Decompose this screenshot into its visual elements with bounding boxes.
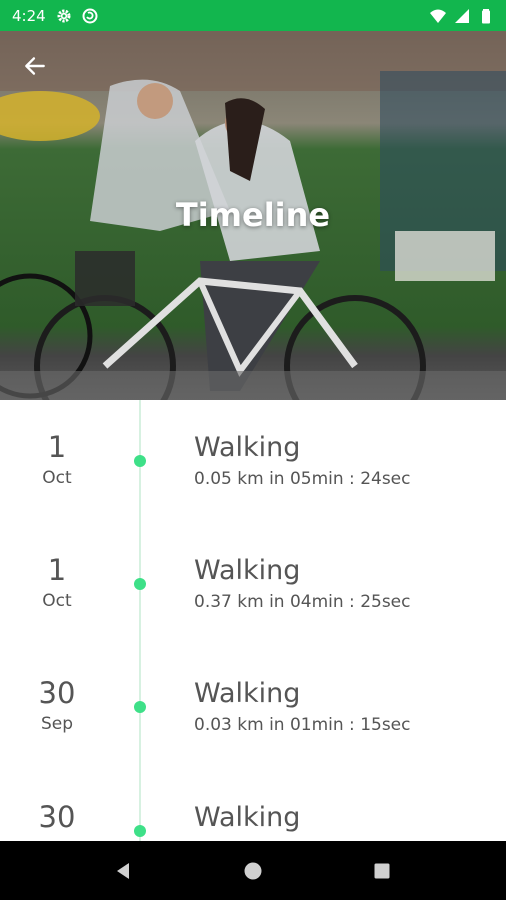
recents-square-icon [374, 863, 390, 878]
activity-detail: 0.37 km in 04min : 25sec [194, 592, 411, 612]
entry-day: 1 [47, 553, 67, 587]
page-title: Timeline [175, 196, 331, 234]
timeline-dot [134, 455, 146, 467]
gear-icon [56, 8, 72, 24]
timeline-entry[interactable]: 30 Sep Walking 0.03 km in 01min : 15sec [0, 646, 506, 769]
timeline-entry[interactable]: 1 Oct Walking 0.05 km in 05min : 24sec [0, 400, 506, 523]
entry-month: Sep [40, 714, 74, 734]
entry-day: 1 [47, 430, 67, 464]
entry-date: 30 [0, 800, 114, 836]
nav-recents-button[interactable] [362, 851, 402, 891]
timeline-dot [134, 825, 146, 837]
entry-day: 30 [38, 800, 76, 834]
timeline-header: Timeline [0, 31, 506, 400]
entry-date: 1 Oct [0, 430, 114, 490]
entry-month: Oct [42, 468, 72, 488]
navigation-bar [0, 841, 506, 900]
activity-detail: 0.03 km in 01min : 15sec [194, 715, 411, 735]
timeline-dot [134, 578, 146, 590]
back-triangle-icon [117, 862, 130, 879]
arrow-left-icon [25, 57, 45, 75]
timeline-dot [134, 701, 146, 713]
timeline-entry[interactable]: 1 Oct Walking 0.37 km in 04min : 25sec [0, 523, 506, 646]
timeline-list[interactable]: 1 Oct Walking 0.05 km in 05min : 24sec 1… [0, 400, 506, 841]
sync-icon [82, 8, 98, 24]
status-bar: 4:24 [0, 0, 506, 31]
activity-detail: 0.05 km in 05min : 24sec [194, 469, 411, 489]
nav-back-button[interactable] [104, 851, 144, 891]
activity-title: Walking [194, 802, 301, 833]
entry-day: 30 [38, 676, 76, 710]
activity-title: Walking [194, 678, 301, 709]
nav-home-button[interactable] [233, 851, 273, 891]
wifi-icon [430, 8, 446, 24]
back-button[interactable] [18, 49, 52, 83]
activity-title: Walking [194, 555, 301, 586]
entry-date: 1 Oct [0, 553, 114, 613]
home-circle-icon [244, 862, 262, 879]
timeline-entry[interactable]: 30 Walking [0, 770, 506, 841]
entry-month: Oct [42, 591, 72, 611]
battery-icon [478, 8, 494, 24]
activity-title: Walking [194, 432, 301, 463]
status-time: 4:24 [12, 6, 46, 25]
signal-icon [454, 8, 470, 24]
entry-date: 30 Sep [0, 676, 114, 736]
